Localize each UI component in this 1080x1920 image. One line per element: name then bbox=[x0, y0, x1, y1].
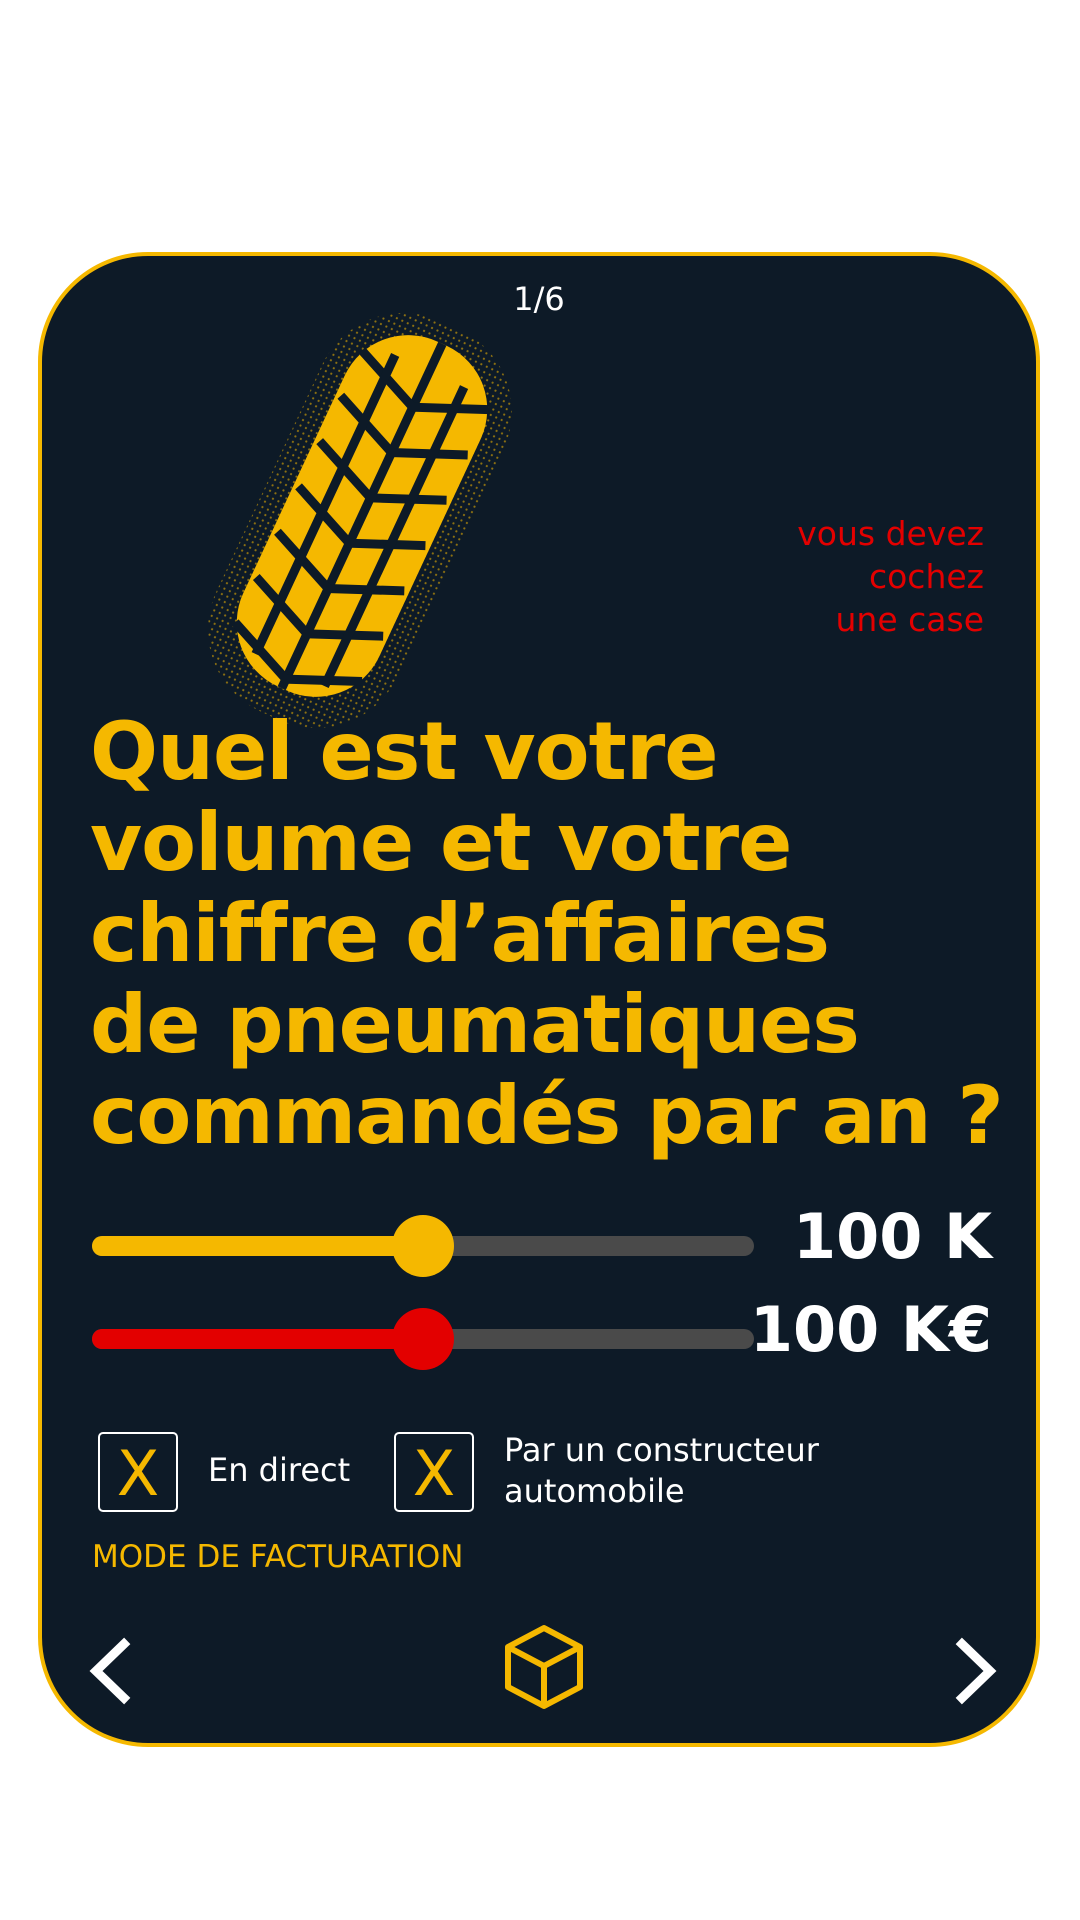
slider-fill bbox=[92, 1329, 423, 1349]
billing-mode-label: MODE DE FACTURATION bbox=[92, 1539, 464, 1575]
box-icon[interactable] bbox=[502, 1622, 586, 1712]
checkbox-manufacturer[interactable]: X bbox=[394, 1432, 474, 1512]
volume-value: 100 K bbox=[792, 1200, 992, 1273]
chevron-left-icon[interactable] bbox=[86, 1636, 134, 1706]
option-label-direct: En direct bbox=[208, 1451, 351, 1489]
hint-line: une case bbox=[835, 600, 984, 639]
question-card: 1/6 vous devez cochez une case Quel est … bbox=[38, 252, 1040, 1747]
option-label-manufacturer: Par un constructeur automobile bbox=[504, 1431, 819, 1510]
slider-fill bbox=[92, 1236, 423, 1256]
revenue-value: 100 K€ bbox=[749, 1293, 992, 1366]
slider-handle[interactable] bbox=[392, 1308, 454, 1370]
chevron-right-icon[interactable] bbox=[952, 1636, 1000, 1706]
slider-handle[interactable] bbox=[392, 1215, 454, 1277]
checkbox-direct[interactable]: X bbox=[98, 1432, 178, 1512]
revenue-slider[interactable] bbox=[92, 1308, 754, 1370]
question-title: Quel est votre volume et votre chiffre d… bbox=[90, 705, 1004, 1162]
required-hint: vous devez cochez une case bbox=[664, 512, 984, 641]
volume-slider[interactable] bbox=[92, 1215, 754, 1277]
hint-line: vous devez bbox=[797, 514, 984, 553]
tire-track-illustration bbox=[207, 313, 512, 729]
hint-line: cochez bbox=[868, 557, 984, 596]
